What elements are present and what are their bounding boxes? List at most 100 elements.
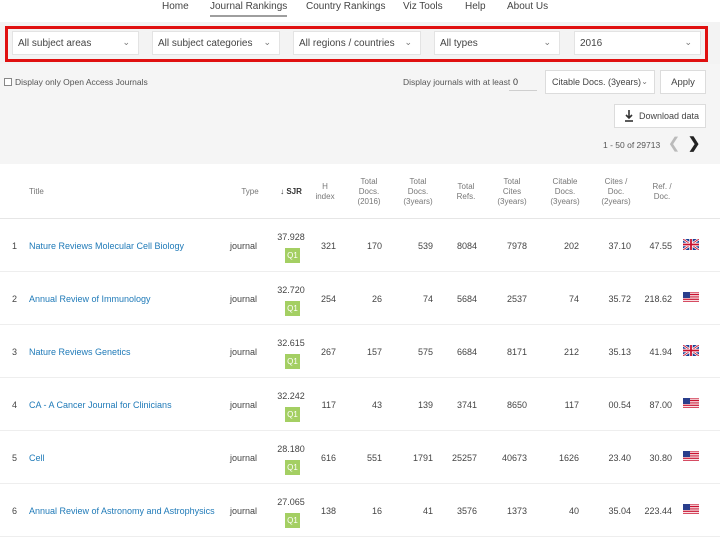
citable-docs-cell: 117 bbox=[564, 400, 579, 410]
min-journals-input[interactable]: 0 bbox=[509, 73, 537, 91]
rank-cell: 4 bbox=[12, 400, 18, 410]
col-cites-doc-line1: Cites / bbox=[604, 177, 628, 186]
col-citable-docs-line3: (3years) bbox=[550, 197, 580, 206]
min-journals-label: Display journals with at least bbox=[403, 77, 511, 87]
total-refs-cell: 5684 bbox=[456, 294, 477, 304]
total-refs-cell: 8084 bbox=[456, 241, 477, 251]
col-title[interactable]: Title bbox=[29, 187, 44, 197]
citable-docs-cell: 212 bbox=[563, 347, 579, 357]
h-index-cell: 138 bbox=[320, 506, 336, 516]
apply-button[interactable]: Apply bbox=[660, 70, 706, 94]
col-type[interactable]: Type bbox=[238, 187, 262, 197]
quartile-badge: Q1 bbox=[285, 513, 300, 528]
total-cites-cell: 1373 bbox=[506, 506, 527, 516]
h-index-cell: 254 bbox=[320, 294, 336, 304]
cites-doc-cell: 35.72 bbox=[608, 294, 631, 304]
citable-docs-cell: 74 bbox=[568, 294, 579, 304]
citable-docs-cell: 1626 bbox=[558, 453, 579, 463]
col-total-docs[interactable]: Total Docs. (2016) bbox=[352, 177, 386, 207]
total-docs-3y-cell: 575 bbox=[417, 347, 433, 357]
citable-docs-value: Citable Docs. (3years) bbox=[552, 77, 642, 87]
nav-country-rankings[interactable]: Country Rankings bbox=[306, 1, 385, 12]
next-page-icon[interactable]: ❯ bbox=[686, 135, 702, 153]
us-flag-icon bbox=[683, 451, 699, 462]
h-index-cell: 321 bbox=[320, 241, 336, 251]
col-total-cites[interactable]: Total Cites (3years) bbox=[494, 177, 530, 207]
col-total-cites-line1: Total bbox=[503, 177, 521, 186]
col-h-index-line2: index bbox=[315, 192, 335, 201]
col-citable-docs[interactable]: Citable Docs. (3years) bbox=[546, 177, 584, 207]
uk-flag-icon bbox=[683, 345, 699, 356]
table-row[interactable]: 2 Annual Review of Immunology journal 32… bbox=[0, 272, 720, 325]
col-total-refs-line1: Total bbox=[457, 182, 475, 191]
col-h-index-line1: H bbox=[322, 182, 328, 191]
type-cell: journal bbox=[230, 506, 258, 516]
download-icon bbox=[625, 110, 633, 122]
journal-title-link[interactable]: Annual Review of Astronomy and Astrophys… bbox=[29, 506, 215, 516]
total-cites-cell: 8650 bbox=[506, 400, 527, 410]
table-row[interactable]: 3 Nature Reviews Genetics journal 32.615… bbox=[0, 325, 720, 378]
nav-home[interactable]: Home bbox=[162, 1, 189, 12]
type-cell: journal bbox=[230, 453, 258, 463]
type-cell: journal bbox=[230, 241, 258, 251]
col-cites-doc-line2: Doc. bbox=[607, 187, 625, 196]
journal-title-link[interactable]: Annual Review of Immunology bbox=[29, 294, 151, 304]
total-cites-cell: 40673 bbox=[501, 453, 527, 463]
col-total-docs-3y-line3: (3years) bbox=[403, 197, 433, 206]
total-docs-3y-cell: 41 bbox=[422, 506, 433, 516]
cites-doc-cell: 00.54 bbox=[608, 400, 631, 410]
total-docs-3y-cell: 539 bbox=[417, 241, 433, 251]
rank-cell: 2 bbox=[12, 294, 18, 304]
table-row[interactable]: 4 CA - A Cancer Journal for Clinicians j… bbox=[0, 378, 720, 431]
uk-flag-icon bbox=[683, 239, 699, 250]
col-h-index[interactable]: H index bbox=[312, 182, 338, 202]
open-access-checkbox[interactable] bbox=[4, 78, 12, 86]
cites-doc-cell: 35.04 bbox=[608, 506, 631, 516]
col-ref-doc-line2: Doc. bbox=[653, 192, 671, 201]
rank-cell: 1 bbox=[12, 241, 18, 251]
total-cites-cell: 7978 bbox=[506, 241, 527, 251]
journal-title-link[interactable]: Nature Reviews Genetics bbox=[29, 347, 131, 357]
citable-docs-select[interactable]: Citable Docs. (3years) ⌄ bbox=[545, 70, 655, 94]
h-index-cell: 117 bbox=[321, 400, 336, 410]
type-cell: journal bbox=[230, 294, 258, 304]
col-total-docs-line1: Total bbox=[360, 177, 378, 186]
ref-doc-cell: 223.44 bbox=[644, 506, 672, 516]
nav-help[interactable]: Help bbox=[465, 1, 486, 12]
col-cites-doc-line3: (2years) bbox=[601, 197, 631, 206]
col-ref-doc-line1: Ref. / bbox=[652, 182, 672, 191]
nav-about-us[interactable]: About Us bbox=[507, 1, 548, 12]
total-docs-3y-cell: 139 bbox=[417, 400, 433, 410]
table-row[interactable]: 6 Annual Review of Astronomy and Astroph… bbox=[0, 484, 720, 537]
total-docs-cell: 157 bbox=[366, 347, 382, 357]
journal-title-link[interactable]: CA - A Cancer Journal for Clinicians bbox=[29, 400, 172, 410]
citable-docs-cell: 40 bbox=[568, 506, 579, 516]
previous-page-icon[interactable]: ❮ bbox=[666, 135, 682, 153]
us-flag-icon bbox=[683, 504, 699, 515]
total-cites-cell: 8171 bbox=[506, 347, 527, 357]
rank-cell: 5 bbox=[12, 453, 18, 463]
us-flag-icon bbox=[683, 292, 699, 303]
table-row[interactable]: 1 Nature Reviews Molecular Cell Biology … bbox=[0, 219, 720, 272]
nav-viz-tools[interactable]: Viz Tools bbox=[403, 1, 443, 12]
total-docs-3y-cell: 74 bbox=[422, 294, 433, 304]
table-row[interactable]: 5 Cell journal 28.180 Q1 616 551 1791 25… bbox=[0, 431, 720, 484]
col-ref-doc[interactable]: Ref. / Doc. bbox=[646, 182, 678, 202]
quartile-badge: Q1 bbox=[285, 407, 300, 422]
col-sjr[interactable]: ↓ SJR bbox=[276, 187, 306, 197]
col-total-refs-line2: Refs. bbox=[456, 192, 476, 201]
col-cites-doc[interactable]: Cites / Doc. (2years) bbox=[598, 177, 634, 207]
journal-title-link[interactable]: Cell bbox=[29, 453, 45, 463]
col-total-docs-3y[interactable]: Total Docs. (3years) bbox=[400, 177, 436, 207]
h-index-cell: 616 bbox=[320, 453, 336, 463]
quartile-badge: Q1 bbox=[285, 460, 300, 475]
total-refs-cell: 3576 bbox=[456, 506, 477, 516]
table-header: Title Type ↓ SJR H index Total Docs. (20… bbox=[0, 164, 720, 219]
journal-title-link[interactable]: Nature Reviews Molecular Cell Biology bbox=[29, 241, 184, 251]
open-access-label: Display only Open Access Journals bbox=[15, 77, 148, 87]
type-cell: journal bbox=[230, 400, 258, 410]
download-data-button[interactable]: Download data bbox=[614, 104, 706, 128]
nav-journal-rankings[interactable]: Journal Rankings bbox=[210, 1, 288, 17]
col-total-refs[interactable]: Total Refs. bbox=[450, 182, 482, 202]
download-data-label: Download data bbox=[639, 111, 700, 121]
